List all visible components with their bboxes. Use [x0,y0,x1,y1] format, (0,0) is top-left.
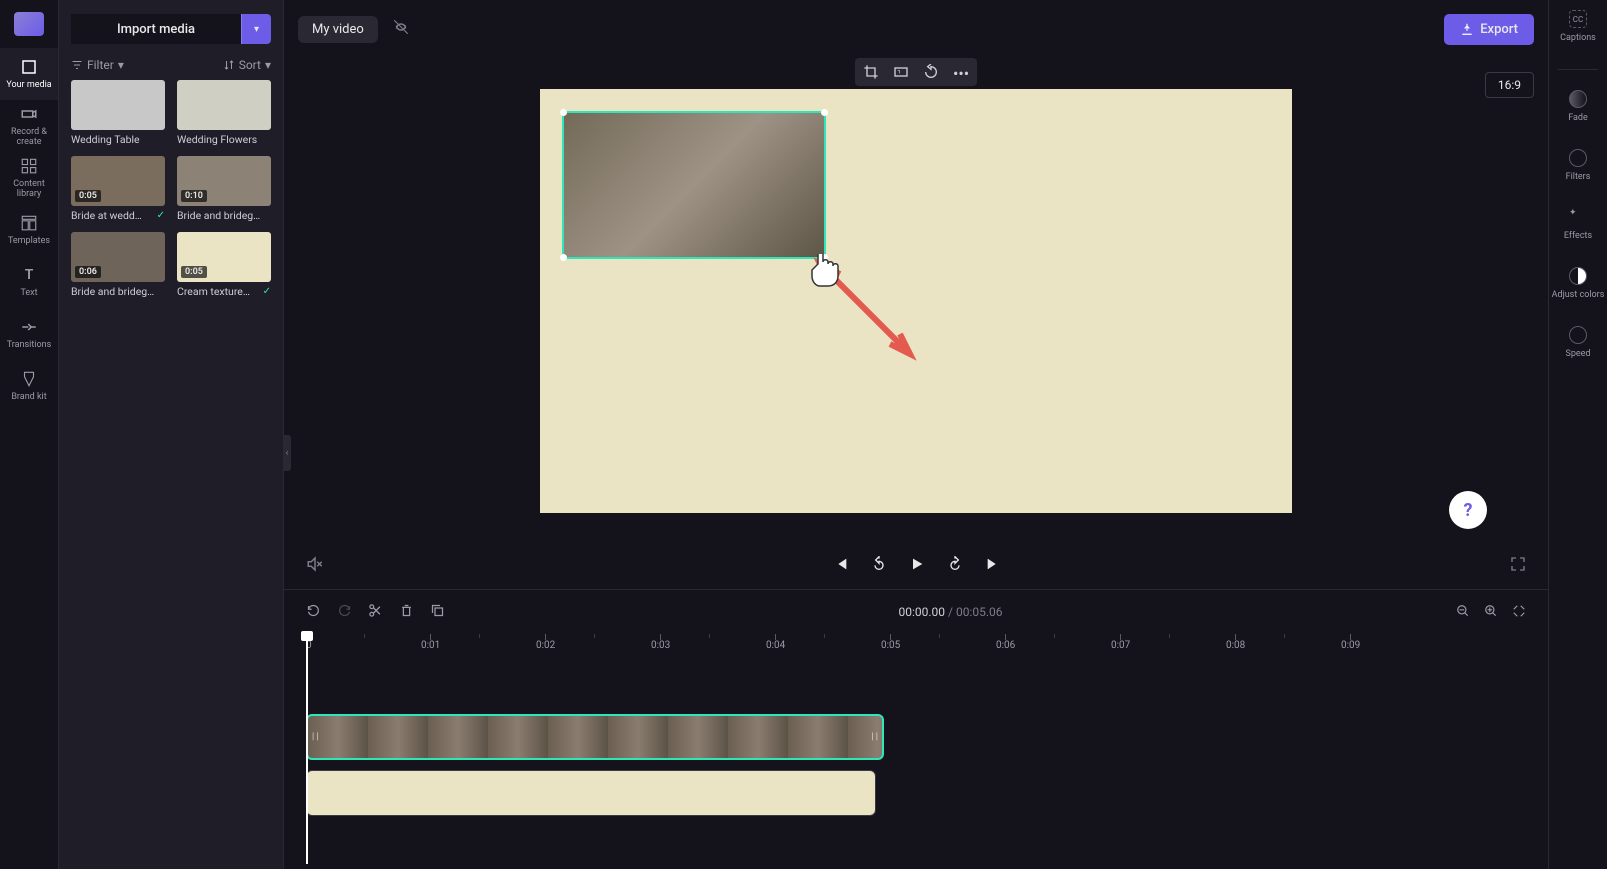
grid-icon [20,157,38,175]
transitions-icon [20,318,38,336]
export-label: Export [1480,22,1518,37]
rotate-icon[interactable] [923,64,939,80]
aspect-icon[interactable] [893,64,909,80]
nav-label: Your media [6,80,51,90]
nav-label: Content library [0,179,58,199]
media-thumb[interactable]: 0:05 Cream texture…✓ [177,232,271,298]
ruler-tick: 0:08 [1226,634,1245,651]
captions-icon: CC [1569,10,1587,28]
ruler-tick: 0:04 [766,634,785,651]
crop-icon[interactable] [863,64,879,80]
media-thumb[interactable]: 0:06 Bride and brideg… [71,232,165,298]
more-icon[interactable]: ••• [953,64,969,80]
media-thumb[interactable]: Wedding Table [71,80,165,146]
skip-start-button[interactable] [833,556,849,576]
mute-icon[interactable] [306,555,324,577]
redo-button[interactable] [337,603,352,622]
right-nav-filters[interactable]: Filters [1566,149,1591,182]
nav-templates[interactable]: Templates [0,204,58,256]
rewind-10-button[interactable] [871,556,887,576]
delete-button[interactable] [399,603,414,622]
import-media-label: Import media [71,14,241,44]
import-media-button[interactable]: Import media ▾ [71,14,271,44]
brand-icon [20,370,38,388]
top-bar: My video Export [284,0,1548,58]
timeline-clip-video[interactable] [306,714,884,760]
app-logo[interactable] [14,12,44,36]
adjust-icon [1569,267,1587,285]
nav-brand-kit[interactable]: Brand kit [0,360,58,412]
ruler-tick: 0:05 [881,634,900,651]
template-icon [20,214,38,232]
selected-clip-on-canvas[interactable] [562,111,826,259]
right-nav-rail: CC Captions Fade Filters ✦ Effects Adjus… [1548,0,1607,869]
nav-record-create[interactable]: Record & create [0,100,58,152]
ruler-tick: 0:01 [421,634,440,651]
undo-button[interactable] [306,603,321,622]
nav-label: Text [20,288,37,298]
ruler-tick: 0:09 [1341,634,1360,651]
fade-icon [1569,90,1587,108]
zoom-in-button[interactable] [1484,603,1498,622]
effects-icon: ✦ [1569,208,1587,226]
text-icon: T [20,266,38,284]
ruler-tick: 0:06 [996,634,1015,651]
media-panel: Import media ▾ Filter ▾ Sort ▾ Wedding T… [59,0,284,869]
time-ruler[interactable]: 00:010:020:030:040:050:060:070:080:09 [306,634,1548,656]
media-thumb[interactable]: 0:05 Bride at wedd…✓ [71,156,165,222]
filter-button[interactable]: Filter ▾ [71,58,124,72]
right-nav-captions[interactable]: CC Captions [1560,10,1596,43]
nav-content-library[interactable]: Content library [0,152,58,204]
nav-label: Templates [8,236,50,246]
media-icon [20,58,38,76]
export-button[interactable]: Export [1444,14,1534,45]
split-button[interactable] [368,603,383,622]
resize-hint-overlay [810,254,930,414]
timecode: 00:00.00 / 00:05.06 [899,605,1003,619]
canvas[interactable] [540,89,1292,513]
media-thumb[interactable]: Wedding Flowers [177,80,271,146]
right-nav-fade[interactable]: Fade [1568,90,1588,123]
help-button[interactable]: ? [1449,491,1487,529]
playback-controls [284,543,1548,589]
skip-end-button[interactable] [985,556,1001,576]
sort-button[interactable]: Sort ▾ [223,58,271,72]
ruler-tick: 0:02 [536,634,555,651]
nav-your-media[interactable]: Your media [0,48,58,100]
video-title[interactable]: My video [298,16,378,43]
nav-label: Brand kit [11,392,46,402]
timeline: 00:00.00 / 00:05.06 00:010:020:030:040:0… [284,589,1548,869]
playhead[interactable] [306,634,308,864]
import-caret[interactable]: ▾ [241,14,271,44]
zoom-out-button[interactable] [1456,603,1470,622]
camera-icon [20,105,38,123]
duplicate-button[interactable] [430,603,445,622]
ruler-tick: 0:07 [1111,634,1130,651]
right-nav-adjust-colors[interactable]: Adjust colors [1552,267,1605,300]
nav-label: Record & create [0,127,58,147]
main-area: My video Export ••• 16:9 [284,0,1548,869]
nav-label: Transitions [7,340,52,350]
background-track[interactable] [306,770,1548,816]
right-nav-effects[interactable]: ✦ Effects [1564,208,1592,241]
stage-area: ••• 16:9 [284,58,1548,589]
ruler-tick: 0:03 [651,634,670,651]
nav-text[interactable]: T Text [0,256,58,308]
video-track[interactable] [306,714,1548,760]
fullscreen-button[interactable] [1510,556,1526,576]
media-grid: Wedding Table Wedding Flowers0:05 Bride … [71,80,271,298]
selection-toolbar: ••• [855,58,977,86]
play-button[interactable] [909,556,925,576]
nav-transitions[interactable]: Transitions [0,308,58,360]
sync-icon[interactable] [392,18,410,40]
left-nav-rail: Your media Record & create Content libra… [0,0,59,869]
speed-icon [1569,326,1587,344]
fit-button[interactable] [1512,603,1526,622]
filters-icon [1569,149,1587,167]
right-nav-speed[interactable]: Speed [1565,326,1590,359]
timeline-clip-background[interactable] [306,770,876,816]
media-thumb[interactable]: 0:10 Bride and brideg… [177,156,271,222]
forward-10-button[interactable] [947,556,963,576]
